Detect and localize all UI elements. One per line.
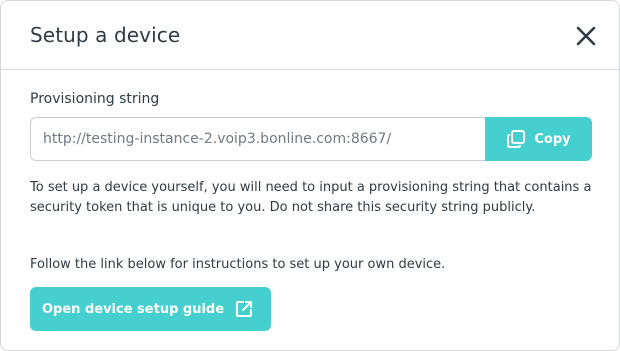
- open-setup-guide-button[interactable]: Open device setup guide: [30, 287, 271, 331]
- provisioning-input-row: Copy: [30, 117, 592, 161]
- copy-button-label: Copy: [534, 131, 571, 147]
- dialog-title: Setup a device: [30, 23, 181, 47]
- follow-link-text: Follow the link below for instructions t…: [30, 257, 446, 272]
- copy-button[interactable]: Copy: [485, 117, 592, 161]
- dialog-body: Provisioning string Copy To set up a dev…: [30, 90, 592, 331]
- copy-icon: [507, 130, 526, 148]
- close-icon: [576, 26, 596, 46]
- close-button[interactable]: [573, 23, 599, 49]
- external-link-icon: [236, 301, 253, 317]
- provisioning-string-label: Provisioning string: [30, 91, 160, 107]
- security-description: To set up a device yourself, you will ne…: [30, 180, 592, 215]
- dialog-header: Setup a device: [1, 1, 619, 70]
- open-setup-guide-label: Open device setup guide: [42, 301, 225, 317]
- setup-device-dialog: Setup a device Provisioning string Copy …: [0, 0, 620, 351]
- provisioning-string-input[interactable]: [30, 117, 488, 161]
